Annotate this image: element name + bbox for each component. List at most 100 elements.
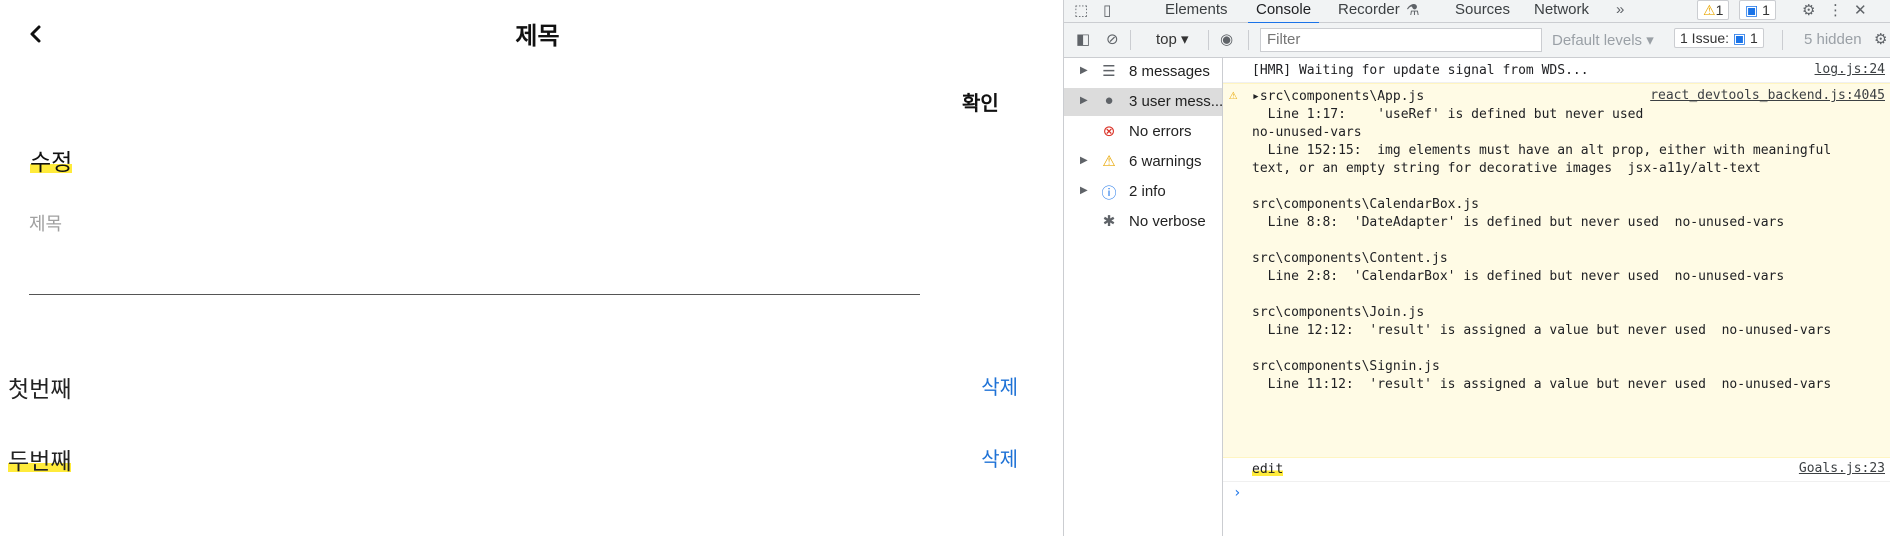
sidebar-item-label: 6 warnings [1129,153,1202,170]
console-settings-icon[interactable]: ⚙ [1874,30,1887,48]
sidebar-item-label: No verbose [1129,213,1206,230]
title-input[interactable] [29,210,920,239]
sidebar-item-label: 3 user mess... [1129,93,1224,110]
info-icon: ⓘ [1101,185,1117,202]
expand-arrow-icon[interactable]: ▶ [1080,185,1088,196]
context-label: top [1156,31,1177,48]
message-icon: ▣ [1745,2,1759,18]
console-toolbar: ◧ ⊘ top ▾ ◉ Default levels ▾ 1 Issue: ▣ … [1064,23,1890,58]
sidebar-item-user-messages[interactable]: ▶ ● 3 user mess... [1064,88,1224,116]
warning-line: no-unused-vars [1252,125,1362,140]
tab-network[interactable]: Network [1534,1,1589,18]
confirm-button[interactable]: 확인 [962,87,999,116]
warning-line: src\components\Content.js [1252,251,1448,266]
title-field-wrapper [29,210,920,295]
console-sidebar: ▶ ☰ 8 messages ▶ ● 3 user mess... ⊗ No e… [1064,58,1223,536]
goal-title: 두번째 [8,448,72,474]
issues-button[interactable]: 1 Issue: ▣ 1 [1674,28,1764,48]
tab-recorder[interactable]: Recorder [1338,1,1400,18]
sidebar-item-messages[interactable]: ▶ ☰ 8 messages [1064,58,1222,86]
delete-button[interactable]: 삭제 [981,371,1018,400]
warning-line: text, or an empty string for decorative … [1252,161,1761,176]
sidebar-item-label: No errors [1129,123,1192,140]
hidden-count: 5 hidden [1804,31,1862,48]
console-prompt[interactable]: › [1233,485,1241,501]
goal-title: 첫번째 [8,376,72,402]
app-pane: 제목 확인 수정 첫번째 삭제 두번째 삭제 [0,0,1063,536]
issue-icon: ▣ [1732,30,1747,46]
console-message: edit Goals.js:23 [1223,457,1890,482]
warning-line: Line 12:12: 'result' is assigned a value… [1252,323,1832,338]
warning-line: Line 8:8: 'DateAdapter' is defined but n… [1252,215,1785,230]
delete-button[interactable]: 삭제 [981,443,1018,472]
source-link[interactable]: react_devtools_backend.js:4045 [1650,88,1885,103]
sidebar-item-info[interactable]: ▶ ⓘ 2 info [1064,178,1222,206]
toolbar-divider [1130,30,1131,50]
toolbar-divider [1782,30,1783,50]
section-title: 수정 [30,143,73,177]
devtools-panel: ⬚ ▯ Elements Console Recorder ⚗ Sources … [1063,0,1890,536]
tab-console[interactable]: Console [1247,1,1320,24]
console-warning: ⚠ react_devtools_backend.js:4045 ▸src\co… [1223,83,1890,458]
warning-line: ▸src\components\App.js [1252,89,1425,104]
expand-arrow-icon[interactable]: ▶ [1080,155,1088,166]
messages-badge-count: 1 [1762,2,1770,18]
gear-icon[interactable]: ⚙ [1802,1,1815,19]
console-message-text: [HMR] Waiting for update signal from WDS… [1252,63,1589,78]
sidebar-item-errors[interactable]: ⊗ No errors [1064,118,1222,146]
tab-sources[interactable]: Sources [1455,1,1510,18]
sidebar-item-warnings[interactable]: ▶ ⚠ 6 warnings [1064,148,1222,176]
warning-line: src\components\Signin.js [1252,359,1440,374]
toolbar-divider [1208,30,1209,50]
warning-icon: ⚠ [1102,153,1116,170]
warning-line: Line 1:17: 'useRef' is defined but never… [1252,107,1644,122]
console-output: [HMR] Waiting for update signal from WDS… [1223,58,1890,536]
eye-icon[interactable]: ◉ [1220,30,1233,48]
close-icon[interactable]: ✕ [1854,1,1867,19]
filter-input[interactable] [1261,29,1543,49]
log-levels-label: Default levels [1552,32,1643,49]
device-toolbar-icon[interactable]: ▯ [1103,1,1111,19]
warning-icon: ⚠ [1229,87,1238,103]
issues-label: 1 Issue: [1680,30,1730,46]
warnings-badge[interactable]: ⚠1 [1697,0,1730,20]
bug-icon: ✱ [1102,213,1116,230]
source-link[interactable]: log.js:24 [1815,62,1885,77]
more-tabs-button[interactable]: » [1616,1,1624,18]
sidebar-item-verbose[interactable]: ✱ No verbose [1064,208,1222,236]
sidebar-item-label: 8 messages [1129,63,1210,80]
issues-count: 1 [1750,30,1758,46]
warning-line: Line 2:8: 'CalendarBox' is defined but n… [1252,269,1785,284]
source-link[interactable]: Goals.js:23 [1799,461,1885,476]
warning-line: Line 11:12: 'result' is assigned a value… [1252,377,1832,392]
error-icon: ⊗ [1102,123,1116,140]
warnings-badge-count: 1 [1715,2,1724,18]
goal-item: 두번째 삭제 [8,442,1018,476]
page-title: 제목 [515,23,560,50]
inspect-element-icon[interactable]: ⬚ [1074,1,1088,19]
goal-item: 첫번째 삭제 [8,370,1018,404]
console-message: [HMR] Waiting for update signal from WDS… [1223,58,1890,83]
expand-arrow-icon[interactable]: ▶ [1080,95,1088,106]
warning-line: src\components\CalendarBox.js [1252,197,1479,212]
warning-line: src\components\Join.js [1252,305,1425,320]
section-title-text: 수정 [30,149,73,175]
messages-badge[interactable]: ▣ 1 [1739,0,1776,20]
clear-console-icon[interactable]: ⊘ [1106,30,1119,48]
kebab-menu-icon[interactable]: ⋮ [1828,1,1843,19]
sidebar-item-label: 2 info [1129,183,1166,200]
filter-box [1260,28,1543,52]
toolbar-divider [1248,30,1249,50]
recorder-flask-icon: ⚗ [1406,2,1420,19]
list-icon: ☰ [1102,63,1116,80]
expand-arrow-icon[interactable]: ▶ [1080,65,1088,76]
sidebar-toggle-icon[interactable]: ◧ [1076,30,1090,48]
devtools-tab-bar: ⬚ ▯ Elements Console Recorder ⚗ Sources … [1064,0,1890,24]
log-levels-dropdown[interactable]: Default levels ▾ [1552,31,1654,49]
tab-elements[interactable]: Elements [1165,1,1228,18]
context-selector[interactable]: top ▾ [1156,30,1189,48]
warning-line: Line 152:15: img elements must have an a… [1252,143,1832,158]
console-message-text: edit [1252,461,1284,479]
warning-icon: ⚠ [1703,2,1716,18]
edit-log-text: edit [1252,462,1284,477]
